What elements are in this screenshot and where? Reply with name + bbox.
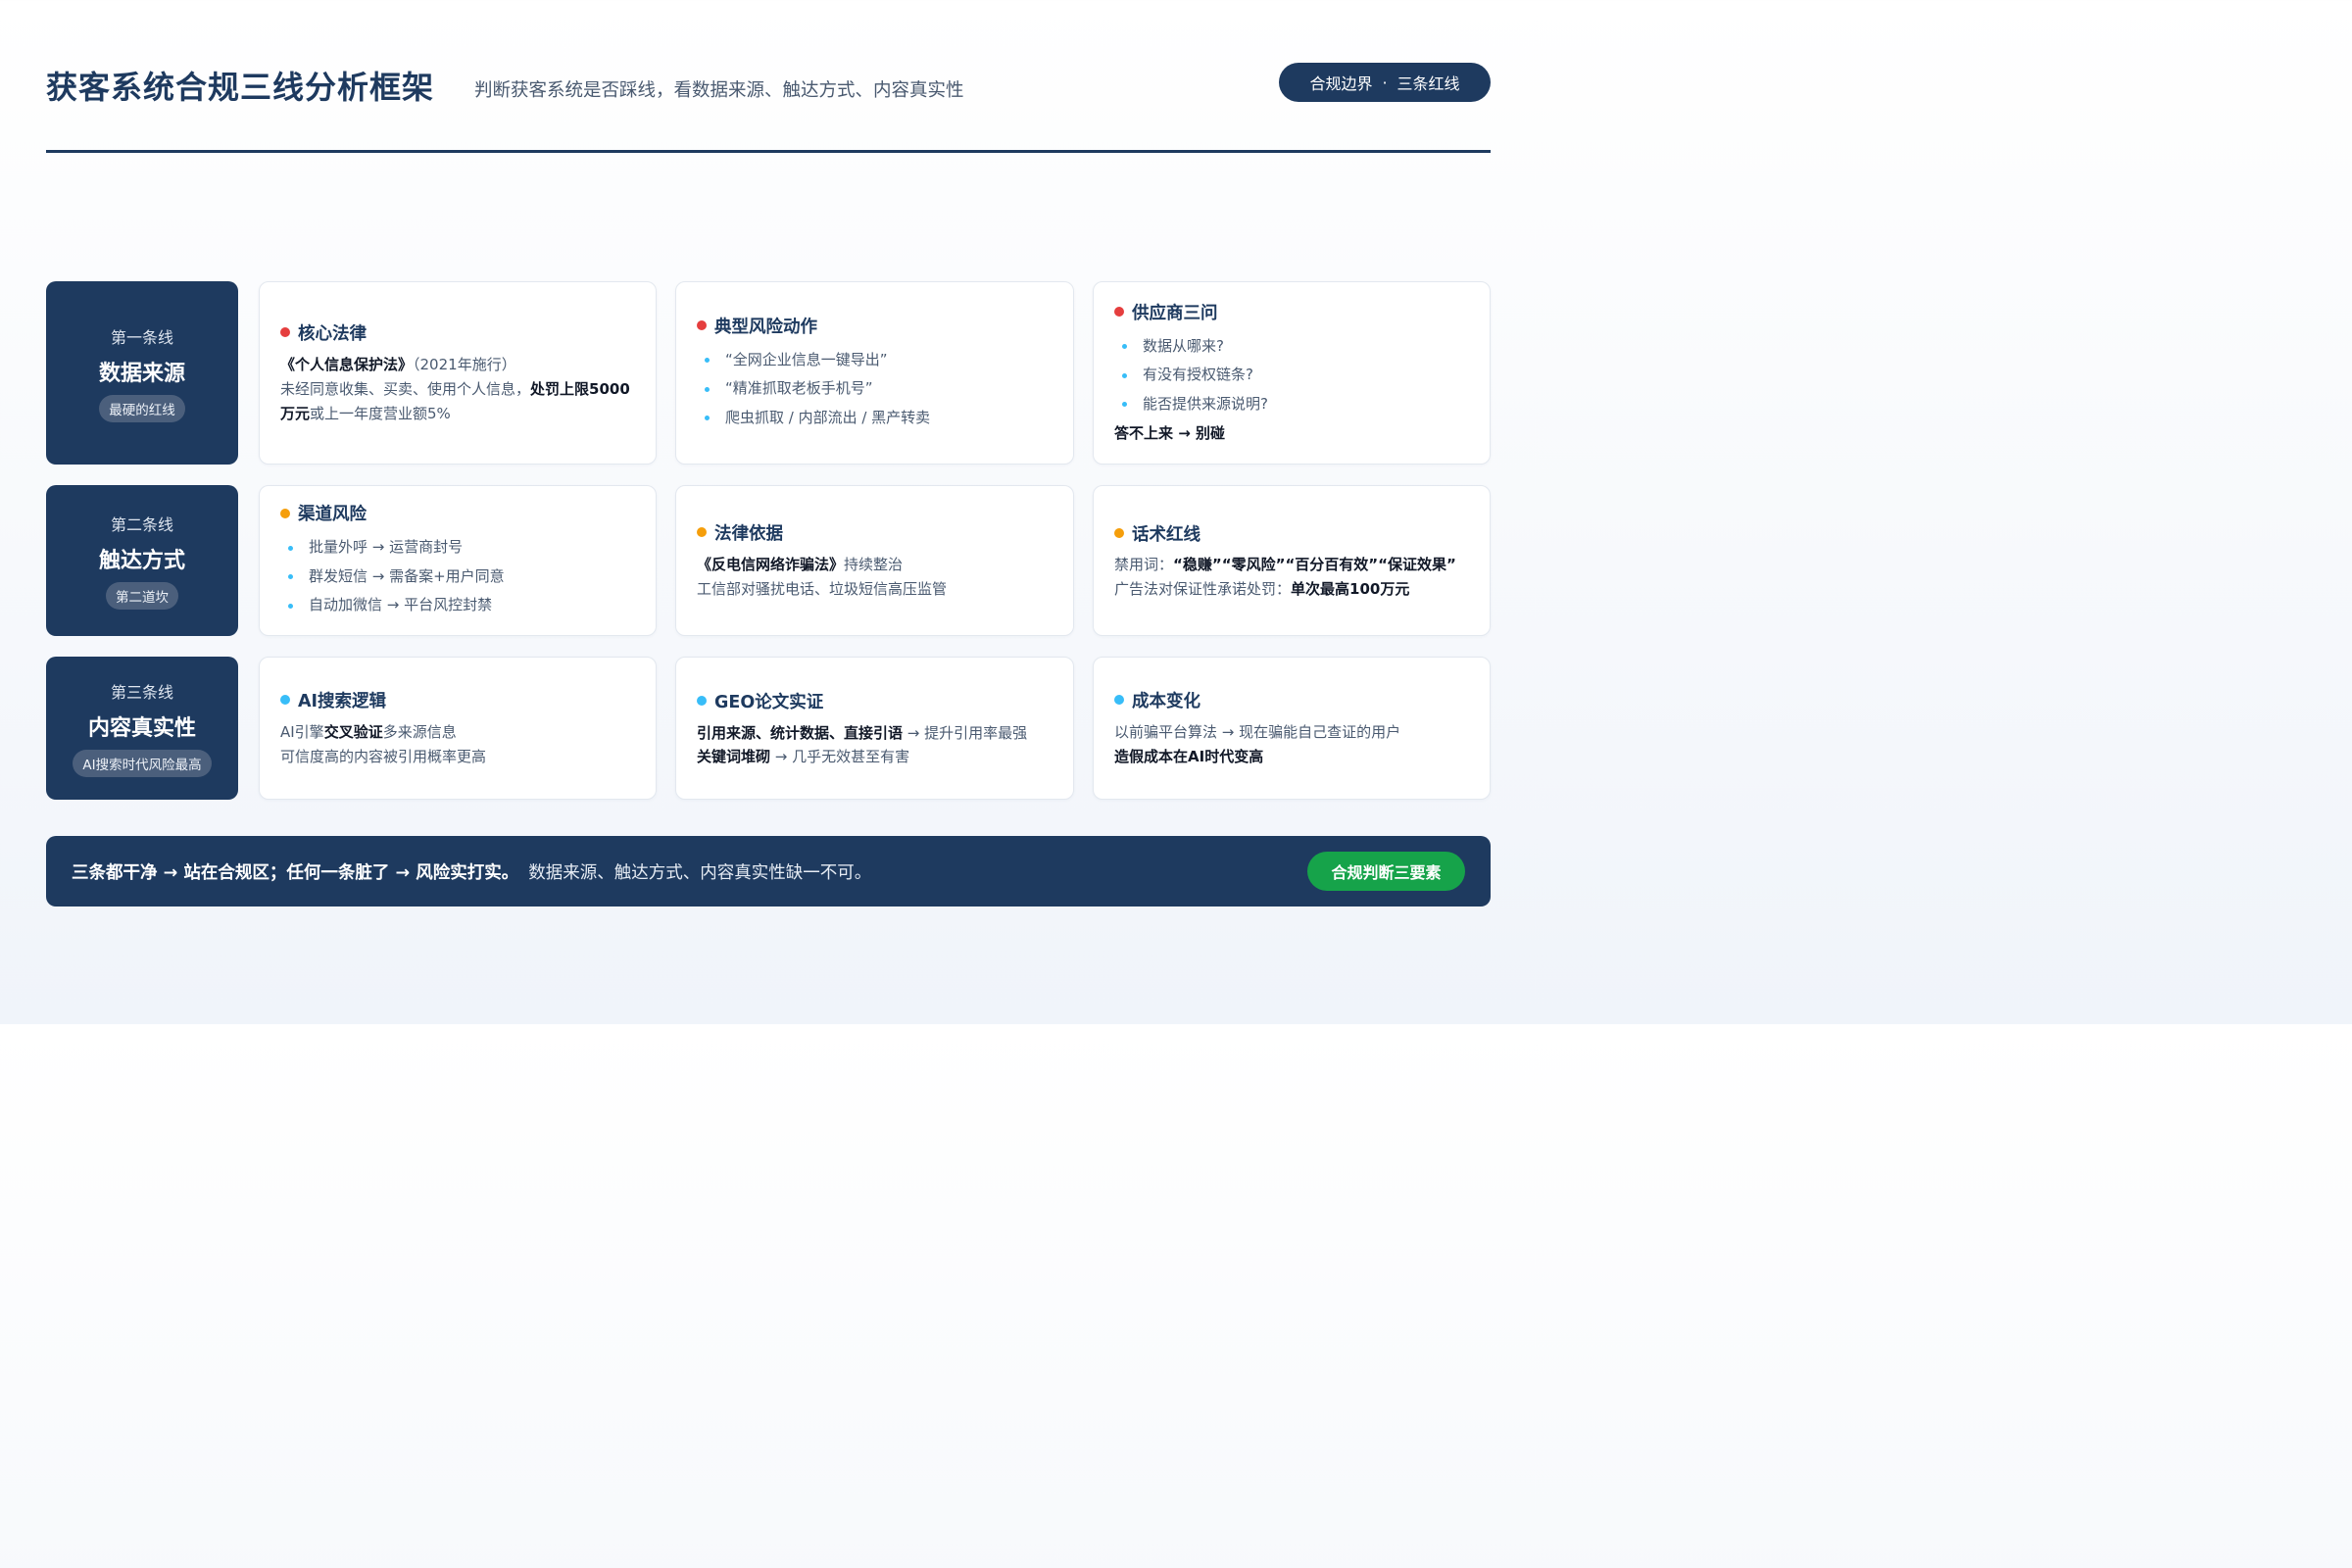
card-supplier-questions: 供应商三问 数据从哪来? 有没有授权链条? 能否提供来源说明? 答不上来 → 别… (1093, 281, 1491, 465)
card-title: 典型风险动作 (697, 314, 1053, 338)
bullet-icon (705, 386, 710, 392)
list-item: 爬虫抓取 / 内部流出 / 黑产转卖 (697, 404, 1053, 433)
list-item: “精准抓取老板手机号” (697, 374, 1053, 404)
line-number: 第二条线 (110, 515, 173, 534)
badge-left: 合规边界 (1309, 74, 1373, 93)
line-number: 第三条线 (110, 683, 173, 702)
card-title: AI搜索逻辑 (280, 688, 635, 712)
blue-dot-icon (697, 696, 707, 706)
card-title: 法律依据 (697, 520, 1053, 545)
list-item: 批量外呼 → 运营商封号 (280, 533, 635, 563)
page-subtitle: 判断获客系统是否踩线，看数据来源、触达方式、内容真实性 (474, 80, 964, 101)
card-title: 供应商三问 (1114, 300, 1469, 324)
line-name: 内容真实性 (87, 716, 196, 741)
card-geo-paper: GEO论文实证 引用来源、统计数据、直接引语 → 提升引用率最强 关键词堆砌 →… (675, 657, 1074, 800)
page-header: 获客系统合规三线分析框架 判断获客系统是否踩线，看数据来源、触达方式、内容真实性… (46, 61, 1491, 110)
bullet-list: 数据从哪来? 有没有授权链条? 能否提供来源说明? (1114, 332, 1469, 419)
bullet-list: 批量外呼 → 运营商封号 群发短信 → 需备案+用户同意 自动加微信 → 平台风… (280, 533, 635, 620)
card-title: 成本变化 (1114, 688, 1469, 712)
orange-dot-icon (1114, 528, 1124, 538)
card-legal-basis: 法律依据 《反电信网络诈骗法》持续整治 工信部对骚扰电话、垃圾短信高压监管 (675, 485, 1074, 636)
summary-main: 三条都干净 → 站在合规区；任何一条脏了 → 风险实打实。 (72, 862, 519, 883)
card-title: 渠道风险 (280, 501, 635, 525)
card-risk-actions: 典型风险动作 “全网企业信息一键导出” “精准抓取老板手机号” 爬虫抓取 / 内… (675, 281, 1074, 465)
page-title: 获客系统合规三线分析框架 (46, 69, 435, 106)
bullet-list: “全网企业信息一键导出” “精准抓取老板手机号” 爬虫抓取 / 内部流出 / 黑… (697, 346, 1053, 433)
red-dot-icon (697, 320, 707, 331)
list-item: 数据从哪来? (1114, 332, 1469, 362)
red-dot-icon (1114, 307, 1124, 318)
list-item: 能否提供来源说明? (1114, 390, 1469, 419)
blue-dot-icon (280, 695, 290, 705)
card-channel-risk: 渠道风险 批量外呼 → 运营商封号 群发短信 → 需备案+用户同意 自动加微信 … (259, 485, 657, 636)
card-ai-search-logic: AI搜索逻辑 AI引擎交叉验证多来源信息 可信度高的内容被引用概率更高 (259, 657, 657, 800)
card-script-redline: 话术红线 禁用词：“稳赚”“零风险”“百分百有效”“保证效果” 广告法对保证性承… (1093, 485, 1491, 636)
bullet-icon (288, 603, 293, 609)
card-title: GEO论文实证 (697, 689, 1053, 713)
line-tag: AI搜索时代风险最高 (73, 750, 212, 777)
compliance-badge: 合规边界 · 三条红线 (1279, 63, 1491, 102)
orange-dot-icon (280, 508, 290, 518)
line-tag: 第二道坎 (106, 582, 178, 610)
line-label-reach-method: 第二条线 触达方式 第二道坎 (46, 485, 238, 636)
list-item: 群发短信 → 需备案+用户同意 (280, 563, 635, 592)
card-body: 《反电信网络诈骗法》持续整治 工信部对骚扰电话、垃圾短信高压监管 (697, 555, 948, 598)
card-body: 以前骗平台算法 → 现在骗能自己查证的用户 造假成本在AI时代变高 (1114, 722, 1401, 765)
line-name: 数据来源 (98, 361, 185, 386)
card-cost-change: 成本变化 以前骗平台算法 → 现在骗能自己查证的用户 造假成本在AI时代变高 (1093, 657, 1491, 800)
list-item: 自动加微信 → 平台风控封禁 (280, 591, 635, 620)
red-dot-icon (280, 327, 290, 337)
bullet-icon (1122, 402, 1127, 407)
line-label-data-source: 第一条线 数据来源 最硬的红线 (46, 281, 238, 465)
list-item: “全网企业信息一键导出” (697, 346, 1053, 375)
three-elements-button[interactable]: 合规判断三要素 (1307, 852, 1465, 891)
line-tag: 最硬的红线 (99, 394, 185, 422)
card-body: 《个人信息保护法》（2021年施行） 未经同意收集、买卖、使用个人信息，处罚上限… (280, 355, 630, 422)
summary-banner: 三条都干净 → 站在合规区；任何一条脏了 → 风险实打实。 数据来源、触达方式、… (46, 836, 1491, 906)
line-number: 第一条线 (110, 327, 173, 347)
bullet-icon (1122, 372, 1127, 378)
orange-dot-icon (697, 527, 707, 537)
bullet-icon (288, 574, 293, 579)
summary-rest: 数据来源、触达方式、内容真实性缺一不可。 (528, 862, 872, 883)
bullet-icon (705, 358, 710, 363)
list-item: 有没有授权链条? (1114, 361, 1469, 390)
card-body: 禁用词：“稳赚”“零风险”“百分百有效”“保证效果” 广告法对保证性承诺处罚：单… (1114, 555, 1456, 598)
card-title: 核心法律 (280, 320, 635, 345)
badge-separator: · (1382, 73, 1388, 92)
header-divider (46, 150, 1491, 153)
card-title: 话术红线 (1114, 521, 1469, 546)
card-body: 引用来源、统计数据、直接引语 → 提升引用率最强 关键词堆砌 → 几乎无效甚至有… (697, 723, 1028, 765)
line-name: 触达方式 (98, 549, 185, 573)
card-core-law: 核心法律 《个人信息保护法》（2021年施行） 未经同意收集、买卖、使用个人信息… (259, 281, 657, 465)
card-body: AI引擎交叉验证多来源信息 可信度高的内容被引用概率更高 (280, 722, 487, 765)
badge-right: 三条红线 (1396, 74, 1460, 93)
bullet-icon (288, 545, 293, 551)
bullet-icon (705, 416, 710, 420)
blue-dot-icon (1114, 695, 1124, 705)
card-conclusion: 答不上来 → 别碰 (1114, 424, 1226, 443)
line-label-content-authenticity: 第三条线 内容真实性 AI搜索时代风险最高 (46, 657, 238, 800)
bullet-icon (1122, 344, 1127, 349)
